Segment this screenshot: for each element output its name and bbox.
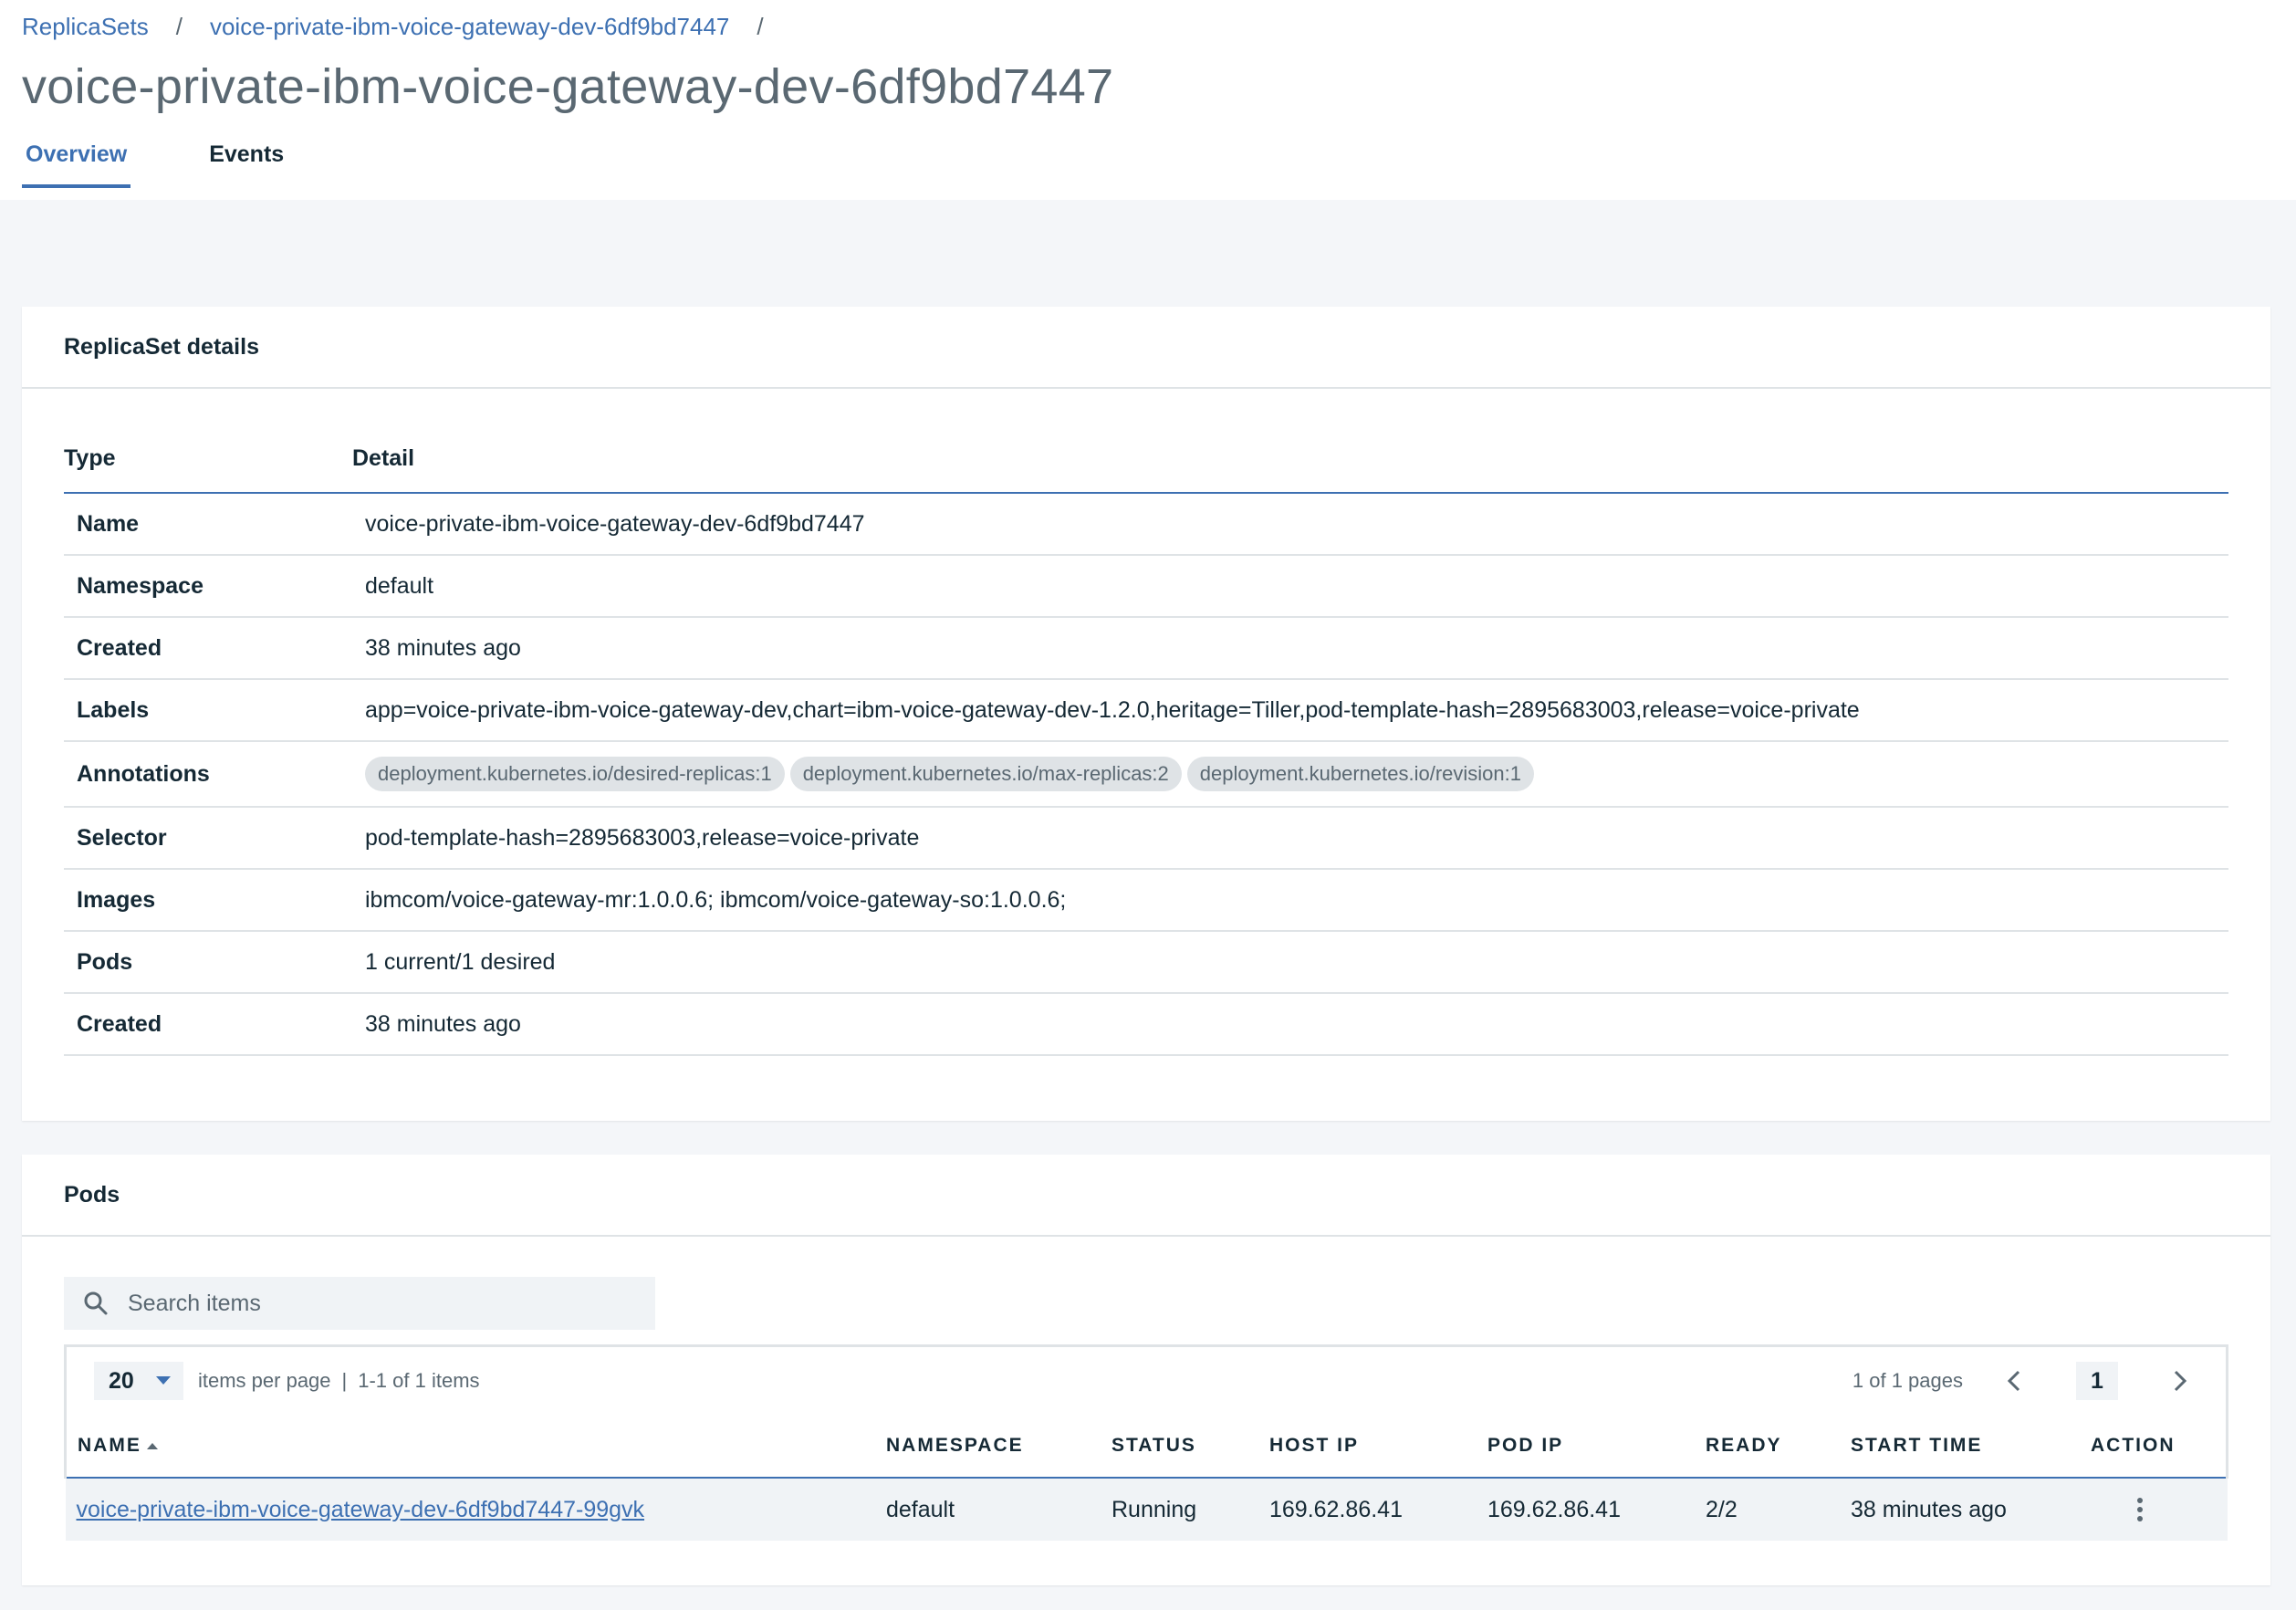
column-header-start-time[interactable]: START TIME <box>1851 1415 2091 1479</box>
breadcrumb: ReplicaSets / voice-private-ibm-voice-ga… <box>22 13 791 41</box>
column-header-name[interactable]: NAME <box>64 1415 886 1479</box>
pod-name-link[interactable]: voice-private-ibm-voice-gateway-dev-6df9… <box>77 1497 645 1522</box>
detail-row-namespace: Namespace default <box>64 555 2228 618</box>
column-header-pod-ip[interactable]: POD IP <box>1487 1415 1706 1479</box>
detail-row-created: Created 38 minutes ago <box>64 617 2228 680</box>
detail-row-name: Name voice-private-ibm-voice-gateway-dev… <box>64 493 2228 556</box>
detail-row-pods: Pods 1 current/1 desired <box>64 931 2228 994</box>
page-title: voice-private-ibm-voice-gateway-dev-6df9… <box>22 59 1114 114</box>
item-range: 1-1 of 1 items <box>358 1369 480 1392</box>
column-header-detail: Detail <box>352 445 2228 494</box>
previous-page-button[interactable] <box>1996 1369 2032 1393</box>
column-header-host-ip[interactable]: HOST IP <box>1269 1415 1487 1479</box>
annotation-tag: deployment.kubernetes.io/revision:1 <box>1186 757 1534 791</box>
pages-label: 1 of 1 pages <box>1852 1369 1963 1392</box>
detail-value: 38 minutes ago <box>352 993 2228 1056</box>
breadcrumb-replicasets-link[interactable]: ReplicaSets <box>22 13 149 41</box>
current-page-select[interactable]: 1 <box>2076 1362 2118 1400</box>
items-per-page-value: 20 <box>109 1367 134 1394</box>
chevron-down-icon <box>156 1376 171 1385</box>
pods-table: NAME NAMESPACE STATUS HOST IP POD IP REA… <box>64 1415 2228 1541</box>
overflow-menu-icon[interactable] <box>2131 1496 2149 1523</box>
replicaset-details-card: ReplicaSet details Type Detail Name voic… <box>22 307 2270 1121</box>
detail-value: 1 current/1 desired <box>352 931 2228 994</box>
pod-pod-ip: 169.62.86.41 <box>1487 1478 1706 1541</box>
breadcrumb-separator: / <box>757 13 764 40</box>
card-title: Pods <box>22 1155 2270 1237</box>
items-per-page-select[interactable]: 20 <box>94 1362 183 1400</box>
detail-value: app=voice-private-ibm-voice-gateway-dev,… <box>352 679 2228 742</box>
tab-bar: Overview Events <box>22 141 362 188</box>
details-table: Type Detail Name voice-private-ibm-voice… <box>64 445 2228 1056</box>
pod-ready: 2/2 <box>1706 1478 1851 1541</box>
items-per-page-label: items per page <box>198 1369 331 1392</box>
detail-key: Created <box>64 993 352 1056</box>
search-box <box>64 1277 655 1330</box>
detail-key: Namespace <box>64 555 352 618</box>
search-input[interactable] <box>126 1289 641 1318</box>
detail-value: ibmcom/voice-gateway-mr:1.0.0.6; ibmcom/… <box>352 869 2228 932</box>
pod-action-cell <box>2091 1478 2228 1541</box>
page-navigation: 1 of 1 pages 1 <box>1852 1362 2198 1400</box>
column-header-action: ACTION <box>2091 1415 2228 1479</box>
tab-events[interactable]: Events <box>205 141 287 188</box>
pagination-bar: 20 items per page | 1-1 of 1 items 1 of … <box>64 1344 2228 1415</box>
column-header-label: NAME <box>78 1435 141 1456</box>
detail-key: Name <box>64 493 352 556</box>
chevron-right-icon <box>2174 1370 2187 1392</box>
detail-value: default <box>352 555 2228 618</box>
annotation-tag: deployment.kubernetes.io/max-replicas:2 <box>789 757 1182 791</box>
card-title: ReplicaSet details <box>22 307 2270 389</box>
detail-key: Images <box>64 869 352 932</box>
breadcrumb-current-link[interactable]: voice-private-ibm-voice-gateway-dev-6df9… <box>210 13 729 41</box>
pod-name-cell: voice-private-ibm-voice-gateway-dev-6df9… <box>65 1478 886 1541</box>
page-header: ReplicaSets / voice-private-ibm-voice-ga… <box>0 0 2296 200</box>
pod-host-ip: 169.62.86.41 <box>1269 1478 1487 1541</box>
pod-namespace: default <box>886 1478 1111 1541</box>
tab-overview[interactable]: Overview <box>22 141 131 188</box>
detail-key: Labels <box>64 679 352 742</box>
detail-value: pod-template-hash=2895683003,release=voi… <box>352 807 2228 870</box>
detail-row-created: Created 38 minutes ago <box>64 993 2228 1056</box>
detail-key: Pods <box>64 931 352 994</box>
breadcrumb-separator: / <box>175 13 183 40</box>
detail-value: 38 minutes ago <box>352 617 2228 680</box>
pager-divider: | <box>341 1369 348 1392</box>
search-icon <box>84 1291 108 1315</box>
detail-key: Created <box>64 617 352 680</box>
detail-value: voice-private-ibm-voice-gateway-dev-6df9… <box>352 493 2228 556</box>
detail-row-labels: Labels app=voice-private-ibm-voice-gatew… <box>64 679 2228 742</box>
pods-card: Pods 20 items per page | 1-1 of 1 items … <box>22 1155 2270 1585</box>
detail-key: Selector <box>64 807 352 870</box>
sort-ascending-icon <box>146 1442 158 1449</box>
pod-start-time: 38 minutes ago <box>1851 1478 2091 1541</box>
table-row: voice-private-ibm-voice-gateway-dev-6df9… <box>65 1478 2228 1541</box>
detail-key: Annotations <box>64 741 352 808</box>
detail-row-annotations: Annotations deployment.kubernetes.io/des… <box>64 741 2228 808</box>
annotation-tag: deployment.kubernetes.io/desired-replica… <box>365 757 785 791</box>
detail-value: deployment.kubernetes.io/desired-replica… <box>352 741 2228 808</box>
column-header-type: Type <box>64 445 352 494</box>
pod-status: Running <box>1111 1478 1269 1541</box>
column-header-namespace[interactable]: NAMESPACE <box>886 1415 1111 1479</box>
column-header-status[interactable]: STATUS <box>1111 1415 1269 1479</box>
detail-row-selector: Selector pod-template-hash=2895683003,re… <box>64 807 2228 870</box>
chevron-left-icon <box>2007 1370 2020 1392</box>
next-page-button[interactable] <box>2162 1369 2198 1393</box>
column-header-ready[interactable]: READY <box>1706 1415 1851 1479</box>
detail-row-images: Images ibmcom/voice-gateway-mr:1.0.0.6; … <box>64 869 2228 932</box>
